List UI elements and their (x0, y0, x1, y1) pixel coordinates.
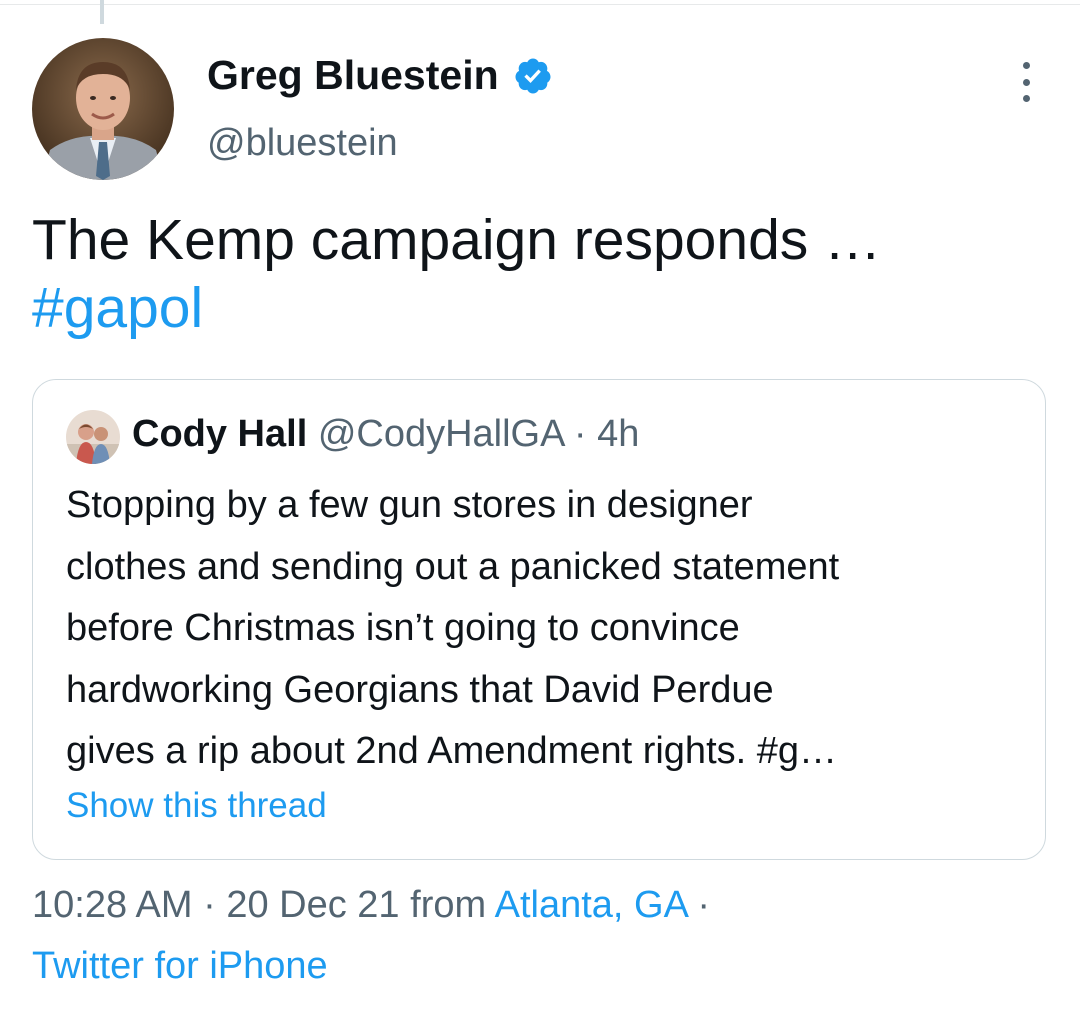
quoted-body-line: gives a rip about 2nd Amendment rights. … (66, 730, 838, 772)
tweet-metadata: 10:28 AM · 20 Dec 21 from Atlanta, GA · (32, 884, 710, 927)
quoted-author-name[interactable]: Cody Hall (132, 413, 307, 455)
tweet-text-line: The Kemp campaign responds … (32, 208, 882, 272)
quoted-body-line: clothes and sending out a panicked state… (66, 545, 840, 588)
tweet-source-link[interactable]: Twitter for iPhone (32, 945, 328, 988)
quoted-body-line: before Christmas isn’t going to convince (66, 607, 740, 649)
author-name-text[interactable]: Greg Bluestein (207, 52, 499, 99)
quoted-body-line: hardworking Georgians that David Perdue (66, 668, 774, 711)
quoted-body-line: Stopping by a few gun stores in designer (66, 484, 753, 526)
author-avatar[interactable] (32, 38, 174, 180)
tweet-text: The Kemp campaign responds … #gapol (32, 206, 1042, 342)
separator-dot: · (686, 884, 711, 926)
hashtag-link[interactable]: #gapol (32, 274, 1042, 342)
quoted-tweet-card[interactable]: Cody Hall @CodyHallGA · 4h Stopping by a… (32, 379, 1046, 860)
from-label: from (399, 884, 495, 926)
show-thread-link[interactable]: Show this thread (66, 786, 327, 826)
more-options-icon[interactable] (1012, 62, 1040, 102)
quoted-author-avatar[interactable] (66, 410, 120, 464)
quoted-handle-time: @CodyHallGA · 4h (317, 413, 640, 455)
author-handle[interactable]: @bluestein (207, 122, 398, 165)
tweet-date[interactable]: 20 Dec 21 (226, 884, 399, 926)
thread-connector-line (100, 0, 104, 24)
location-link[interactable]: Atlanta, GA (495, 884, 687, 926)
verified-badge-icon (513, 56, 553, 96)
quoted-header: Cody Hall @CodyHallGA · 4h (132, 413, 639, 456)
author-name[interactable]: Greg Bluestein (207, 52, 553, 99)
separator-dot: · (192, 884, 227, 926)
quoted-body: Stopping by a few gun stores in designer… (66, 475, 1036, 783)
tweet-time[interactable]: 10:28 AM (32, 884, 193, 926)
top-divider (0, 4, 1080, 5)
